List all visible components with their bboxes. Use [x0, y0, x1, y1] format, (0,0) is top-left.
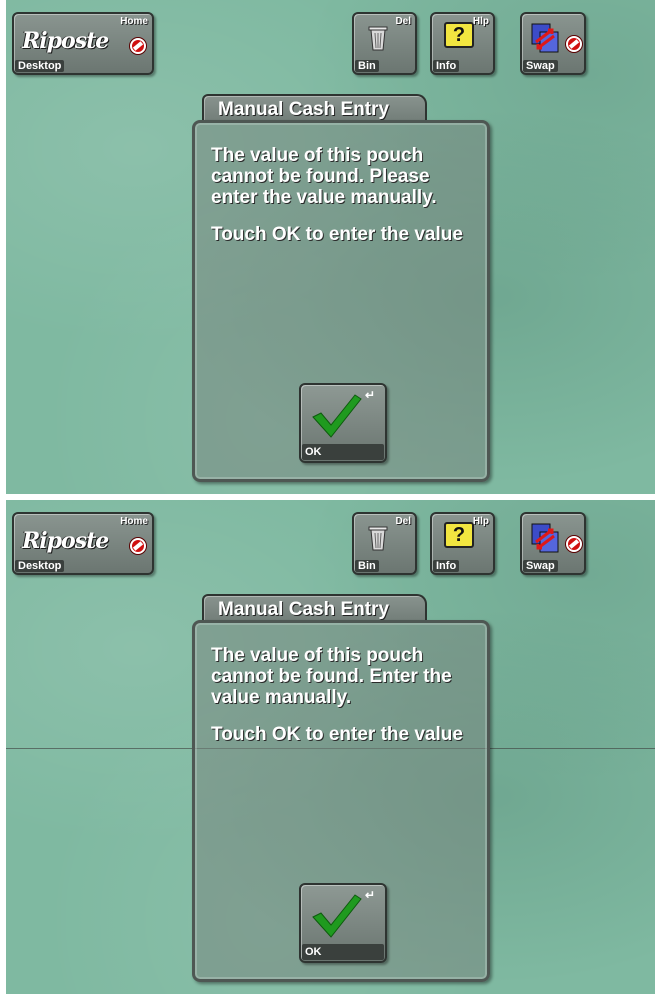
dialog-title: Manual Cash Entry: [218, 599, 390, 620]
question-mark-icon: ?: [444, 22, 474, 48]
dialog-message: The value of this pouch cannot be found.…: [211, 645, 473, 761]
screen-2: Riposte Home Desktop Del Bin ? Hlp Info …: [6, 500, 655, 994]
hlp-key-label: Hlp: [472, 516, 489, 527]
no-entry-icon: [566, 36, 582, 52]
riposte-logo: Riposte: [22, 28, 109, 54]
ok-button[interactable]: ↵ OK: [299, 883, 387, 963]
info-label: Info: [433, 560, 460, 572]
riposte-logo: Riposte: [22, 528, 109, 554]
desktop-label: Desktop: [15, 60, 65, 72]
del-key-label: Del: [395, 16, 411, 27]
no-entry-icon: [130, 538, 146, 554]
manual-cash-entry-dialog: The value of this pouch cannot be found.…: [192, 620, 490, 982]
swap-label: Swap: [523, 60, 558, 72]
home-key-label: Home: [120, 516, 148, 527]
swap-user-icon: [531, 23, 559, 53]
checkmark-icon: [312, 394, 362, 438]
message-pouch-not-found: The value of this pouch cannot be found.…: [211, 145, 437, 208]
dialog-message: The value of this pouch cannot be found.…: [211, 145, 473, 261]
bin-label: Bin: [355, 560, 379, 572]
enter-key-icon: ↵: [365, 888, 376, 902]
message-pouch-not-found: The value of this pouch cannot be found.…: [211, 645, 452, 708]
ok-label: OK: [302, 944, 384, 960]
swap-button[interactable]: Swap: [520, 12, 586, 75]
desktop-button[interactable]: Riposte Home Desktop: [12, 12, 154, 75]
checkmark-icon: [312, 894, 362, 938]
manual-cash-entry-dialog: The value of this pouch cannot be found.…: [192, 120, 490, 482]
bin-button[interactable]: Del Bin: [352, 512, 417, 575]
question-mark-icon: ?: [444, 522, 474, 548]
info-label: Info: [433, 60, 460, 72]
bin-button[interactable]: Del Bin: [352, 12, 417, 75]
no-entry-icon: [130, 38, 146, 54]
hlp-key-label: Hlp: [472, 16, 489, 27]
swap-button[interactable]: Swap: [520, 512, 586, 575]
swap-user-icon: [531, 523, 559, 553]
bin-label: Bin: [355, 60, 379, 72]
info-button[interactable]: ? Hlp Info: [430, 12, 495, 75]
enter-key-icon: ↵: [365, 388, 376, 402]
desktop-button[interactable]: Riposte Home Desktop: [12, 512, 154, 575]
desktop-label: Desktop: [15, 560, 65, 572]
dialog-title-tab: Manual Cash Entry: [202, 94, 427, 122]
dialog-title-tab: Manual Cash Entry: [202, 594, 427, 622]
message-touch-ok: Touch OK to enter the value: [211, 224, 463, 245]
swap-label: Swap: [523, 560, 558, 572]
dialog-title: Manual Cash Entry: [218, 99, 390, 120]
trash-bin-icon: [368, 526, 388, 551]
trash-bin-icon: [368, 26, 388, 51]
info-button[interactable]: ? Hlp Info: [430, 512, 495, 575]
del-key-label: Del: [395, 516, 411, 527]
no-entry-icon: [566, 536, 582, 552]
ok-label: OK: [302, 444, 384, 460]
screen-1: Riposte Home Desktop Del Bin ? Hlp Info …: [6, 0, 655, 494]
home-key-label: Home: [120, 16, 148, 27]
ok-button[interactable]: ↵ OK: [299, 383, 387, 463]
message-touch-ok: Touch OK to enter the value: [211, 724, 463, 745]
